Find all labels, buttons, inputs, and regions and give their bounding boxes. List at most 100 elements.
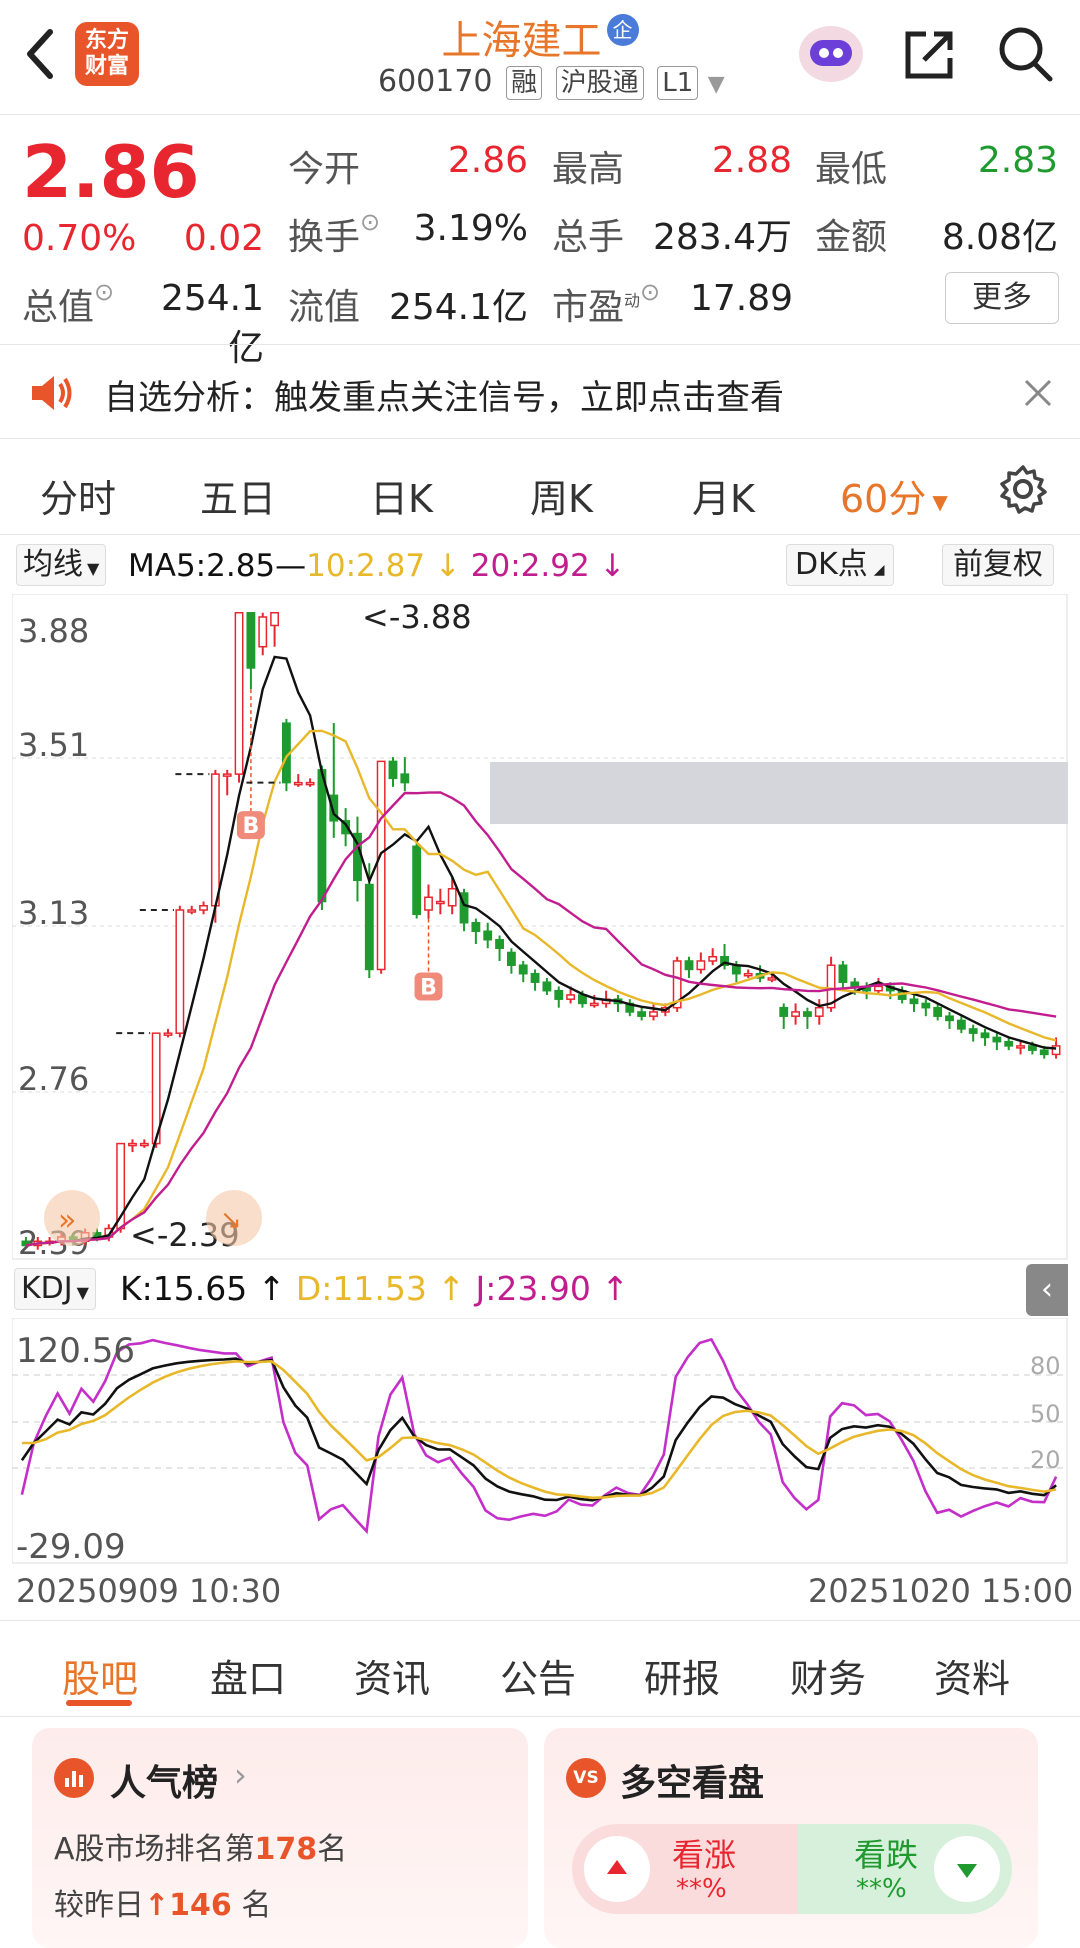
tab-intraday[interactable]: 分时 — [40, 468, 116, 523]
candle-body — [293, 781, 303, 786]
turnover-value: 3.19% — [413, 208, 528, 249]
buy-marker-label: B — [243, 814, 260, 839]
pe-dynamic-tag: 动 — [624, 291, 641, 310]
share-icon[interactable] — [900, 26, 958, 84]
candle-body — [802, 1011, 812, 1017]
low-value: 2.83 — [977, 140, 1058, 181]
candle-body — [649, 1011, 658, 1017]
bull-button[interactable]: 看涨 **% — [572, 1824, 798, 1914]
ref-label: 20 — [1030, 1446, 1061, 1474]
candle-body — [270, 611, 280, 627]
mktcap-label-text: 总值 — [22, 287, 95, 328]
search-icon[interactable] — [996, 24, 1054, 84]
back-icon[interactable] — [20, 26, 60, 82]
j-line — [20, 1337, 1058, 1535]
app-logo[interactable]: 东方 财富 — [75, 22, 139, 86]
popularity-card[interactable]: 人气榜 › A股市场排名第178名 较昨日↑146 名 — [32, 1728, 528, 1948]
notice-text[interactable]: 自选分析：触发重点关注信号，立即点击查看 — [104, 370, 784, 419]
pe-label[interactable]: 市盈动⊙ — [552, 278, 660, 330]
candle-body — [483, 930, 493, 941]
ma10-value: 10:2.87 — [306, 548, 426, 584]
current-price: 2.86 — [22, 130, 200, 214]
price-tick: 3.13 — [18, 894, 89, 932]
rank-value: 178 — [254, 1832, 318, 1867]
kdj-max-tick: 120.56 — [16, 1331, 135, 1371]
candle-body — [1039, 1049, 1049, 1056]
tab-finance[interactable]: 财务 — [790, 1648, 866, 1703]
dk-label: DK点 — [795, 547, 868, 582]
gear-icon[interactable] — [998, 464, 1048, 514]
tab-five-day[interactable]: 五日 — [200, 468, 276, 523]
turnover-label[interactable]: 换手⊙ — [288, 208, 380, 260]
low-label: 最低 — [815, 149, 888, 190]
tab-60min[interactable]: 60分 ▼ — [840, 468, 948, 523]
kdj-select[interactable]: KDJ ▼ — [14, 1268, 96, 1310]
change-value: 0.02 — [183, 218, 264, 259]
candle-body — [447, 888, 457, 907]
dk-point-select[interactable]: DK点 ◢ — [786, 544, 894, 586]
double-chevron-icon: » — [58, 1203, 76, 1238]
candle-body — [495, 938, 504, 949]
candle-body — [317, 769, 327, 903]
caret-down-icon: ▼ — [76, 1283, 89, 1302]
sentiment-title: 多空看盘 — [620, 1763, 765, 1804]
candle-body — [471, 922, 481, 932]
rank-line: A股市场排名第178名 — [54, 1824, 347, 1868]
pe-value: 17.89 — [690, 278, 794, 319]
ma-select[interactable]: 均线 ▼ — [16, 544, 107, 586]
more-button[interactable]: 更多 — [945, 272, 1059, 324]
candle-body — [850, 981, 860, 988]
price-tick: 3.88 — [18, 612, 89, 650]
candle-body — [696, 960, 706, 971]
kdj-legend: K:15.65 ↑ D:11.53 ↑ J:23.90 ↑ — [120, 1268, 629, 1310]
down-triangle-icon — [934, 1836, 1000, 1902]
tab-news[interactable]: 资讯 — [354, 1648, 430, 1703]
rank-suffix: 名 — [317, 1832, 348, 1867]
tab-daily-k[interactable]: 日K — [370, 468, 433, 523]
candle-body — [175, 909, 185, 1034]
caret-down-icon: ▼ — [87, 559, 100, 578]
candle-body — [814, 1006, 824, 1017]
stock-title: 上海建工 企 — [300, 8, 780, 66]
candle-body — [305, 781, 315, 786]
tab-announcements[interactable]: 公告 — [500, 1648, 576, 1703]
tab-weekly-k[interactable]: 周K — [530, 468, 593, 523]
turnover-label-text: 换手 — [288, 217, 361, 258]
tab-profile[interactable]: 资料 — [934, 1648, 1010, 1703]
stock-code-row[interactable]: 600170 融 沪股通 L1 ▼ — [378, 64, 725, 100]
candle-body — [435, 900, 445, 905]
ma-legend: MA5:2.85—10:2.87 ↓ 20:2.92 ↓ — [128, 546, 626, 586]
speaker-icon — [28, 370, 74, 416]
tab-monthly-k[interactable]: 月K — [692, 468, 755, 523]
close-icon[interactable] — [1020, 375, 1056, 411]
candle-body — [376, 760, 386, 971]
tab-forum[interactable]: 股吧 — [62, 1648, 138, 1703]
rank-prefix: A股市场排名第 — [54, 1832, 255, 1867]
up-arrow-icon: ↑ — [144, 1888, 170, 1923]
ref-label: 50 — [1030, 1400, 1061, 1428]
candle-body — [400, 773, 410, 784]
up-triangle-icon — [584, 1836, 650, 1902]
bear-button[interactable]: 看跌 **% — [798, 1824, 1012, 1914]
float-value: 254.1亿 — [388, 287, 528, 328]
collapse-panel-button[interactable]: ‹ — [1026, 1264, 1068, 1316]
chart-bars-icon — [54, 1758, 94, 1798]
ma-select-label: 均线 — [23, 547, 83, 582]
mktcap-label[interactable]: 总值⊙ — [22, 278, 114, 330]
info-icon: ⊙ — [94, 278, 115, 306]
end-time: 20251020 15:00 — [808, 1572, 1074, 1610]
candle-body — [518, 964, 528, 975]
sentiment-card[interactable]: VS 多空看盘 看涨 **% 看跌 **% — [544, 1728, 1038, 1948]
kdj-chart[interactable]: 80 50 20 120.56 -29.09 — [12, 1318, 1068, 1564]
connect-tag: 沪股通 — [555, 66, 644, 100]
tab-orderbook[interactable]: 盘口 — [210, 1648, 286, 1703]
candle-body — [921, 1002, 931, 1009]
mktcap-value: 254.1亿 — [160, 278, 264, 369]
candlestick-chart[interactable]: 3.88 3.51 3.13 2.76 2.39 BB <-3.88 <-2.3… — [12, 594, 1068, 1260]
tab-research[interactable]: 研报 — [644, 1648, 720, 1703]
d-line — [21, 1359, 1057, 1500]
candle-body — [139, 1142, 149, 1147]
k-value: K:15.65 — [120, 1269, 248, 1308]
robot-assistant-icon[interactable] — [796, 20, 866, 84]
adjust-select[interactable]: 前复权 — [942, 544, 1054, 586]
